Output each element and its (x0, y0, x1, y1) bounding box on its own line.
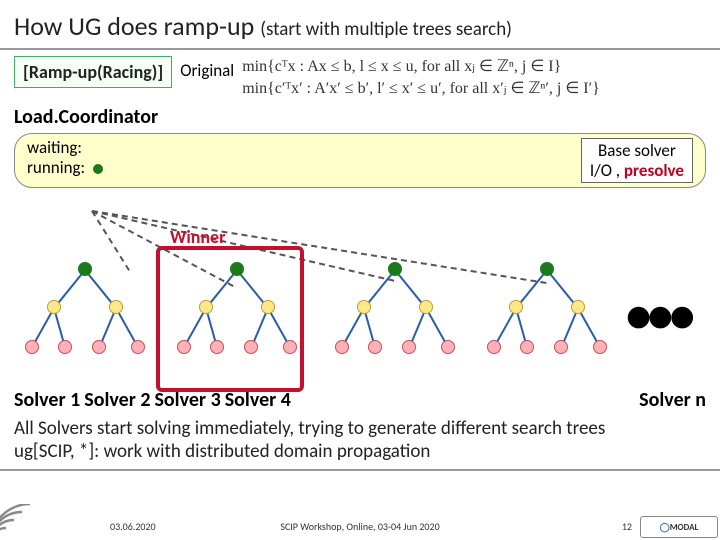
tree-node (210, 340, 224, 354)
tree-solver-1 (8, 256, 148, 366)
tree-node (261, 300, 275, 314)
base-solver-box: Base solver I/O , presolve (581, 138, 693, 183)
title-sub: (start with multiple trees search) (260, 18, 512, 41)
footer-logo-right-icon: ◯MODAL (640, 516, 718, 538)
tree-node (357, 300, 371, 314)
tree-node (419, 300, 433, 314)
footer-venue: SCIP Workshop, Online, 03-04 Jun 2020 (280, 520, 439, 533)
tree-node (25, 340, 39, 354)
base-line2: I/O , presolve (590, 161, 684, 181)
formula-1: min{cᵀx : Ax ≤ b, l ≤ x ≤ u, for all xⱼ … (242, 56, 600, 78)
title-main: How UG does ramp-up (14, 10, 254, 42)
footer-date: 03.06.2020 (110, 520, 156, 533)
tree-node (131, 340, 145, 354)
running-label: running: (27, 158, 103, 178)
tree-node (509, 300, 523, 314)
description: All Solvers start solving immediately, t… (0, 412, 720, 463)
tree-node (520, 340, 534, 354)
desc-line-2: ug[SCIP, *]: work with distributed domai… (14, 441, 706, 463)
footer-logo-left-icon (0, 504, 80, 540)
title-underline (0, 48, 720, 50)
tree-node (487, 340, 501, 354)
load-coordinator-label: Load.Coordinator (0, 99, 720, 131)
running-dot-icon (93, 164, 103, 174)
ellipsis-icon: ●●● (625, 288, 690, 344)
tree-solver-3 (318, 256, 458, 366)
trees-area: Winner ●●● (0, 228, 720, 388)
tree-node (109, 300, 123, 314)
tree-node (554, 340, 568, 354)
waiting-label: waiting: (27, 138, 103, 158)
tree-node (402, 340, 416, 354)
footer: 03.06.2020 SCIP Workshop, Online, 03-04 … (0, 512, 720, 540)
solver-2-label: Solver 2 (84, 388, 150, 412)
tree-node (593, 340, 607, 354)
tree-node (199, 300, 213, 314)
tree-node (92, 340, 106, 354)
tree-node (244, 340, 258, 354)
tree-node (177, 340, 191, 354)
tree-node (335, 340, 349, 354)
tree-solver-4 (470, 256, 610, 366)
solver-1-label: Solver 1 (14, 388, 80, 412)
base-line1: Base solver (590, 141, 684, 161)
winner-label: Winner (170, 226, 226, 248)
slide-title: How UG does ramp-up (start with multiple… (0, 0, 720, 48)
queue-box: waiting: running: Base solver I/O , pres… (14, 133, 706, 188)
footer-page: 12 (622, 520, 632, 533)
desc-line-1: All Solvers start solving immediately, t… (14, 418, 706, 440)
tree-node (571, 300, 585, 314)
tree-node (441, 340, 455, 354)
desc-underline (0, 469, 720, 471)
tree-node (283, 340, 297, 354)
original-label: Original (180, 56, 234, 81)
tree-node (58, 340, 72, 354)
tree-node (368, 340, 382, 354)
solver-labels: Solver 1 Solver 2 Solver 3 Solver 4 Solv… (0, 388, 720, 412)
formula-2: min{c′ᵀx′ : A′x′ ≤ b′, l′ ≤ x′ ≤ u′, for… (242, 78, 600, 100)
phase-box: [Ramp-up(Racing)] (14, 56, 172, 88)
solver-n-label: Solver n (639, 388, 706, 412)
tree-node (47, 300, 61, 314)
tree-solver-2 (160, 256, 300, 366)
